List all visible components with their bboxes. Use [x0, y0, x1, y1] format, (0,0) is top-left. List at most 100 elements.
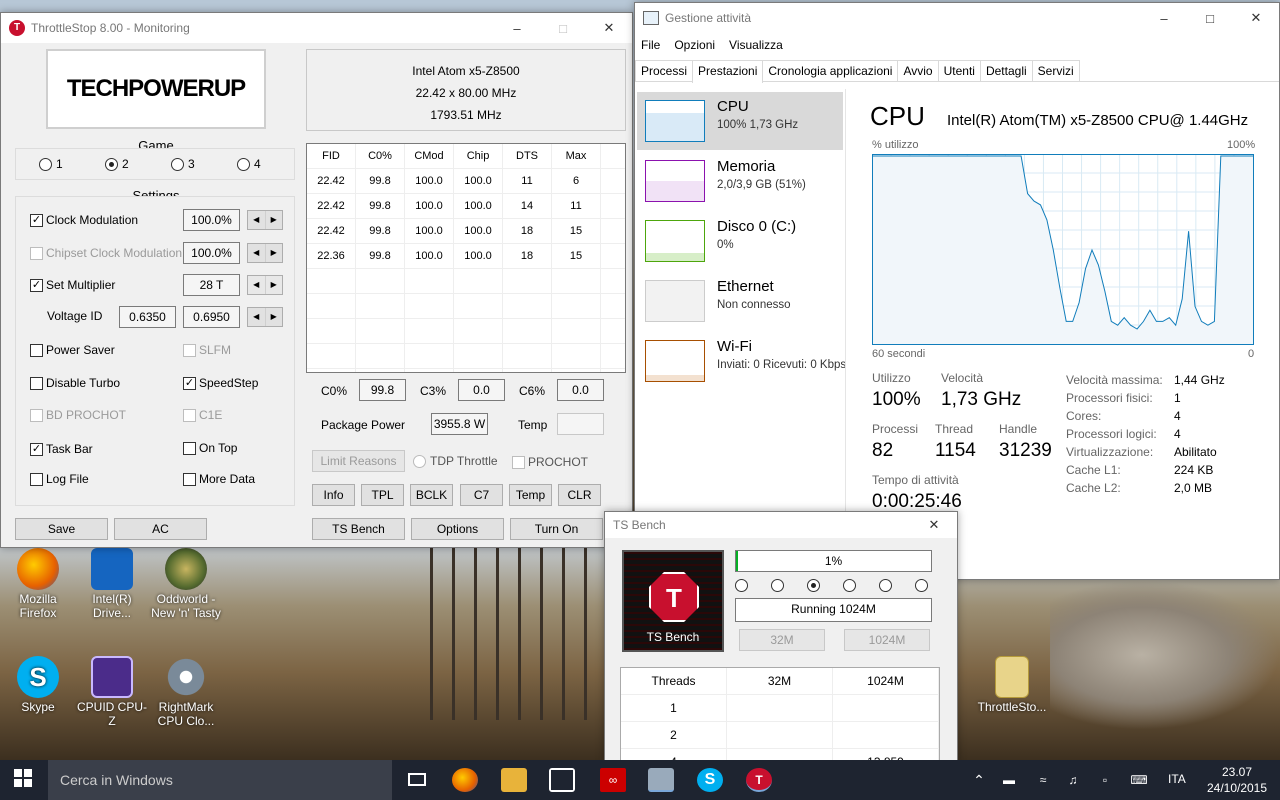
limit-reasons-button[interactable]: Limit Reasons	[312, 450, 405, 472]
clr-button[interactable]: CLR	[558, 484, 601, 506]
desktop-icon-throttlestop[interactable]: ThrottleSto...	[976, 656, 1048, 714]
firefox-taskbar-icon[interactable]	[452, 768, 478, 792]
voltage-id-field-b[interactable]: 0.6950	[183, 306, 240, 328]
tab-processi[interactable]: Processi	[635, 60, 694, 81]
clock-modulation-checkbox[interactable]: ✓ Clock Modulation	[30, 212, 138, 228]
sidebar-item-wifi[interactable]: Wi-Fi Inviati: 0 Ricevuti: 0 Kbps	[637, 332, 846, 390]
clock[interactable]: 23.07 24/10/2015	[1202, 764, 1272, 796]
set-multiplier-value[interactable]: 28 T	[183, 274, 240, 296]
search-input[interactable]: Cerca in Windows	[48, 760, 392, 800]
tab-dettagli[interactable]: Dettagli	[979, 60, 1033, 81]
voltage-id-spinner[interactable]: ◀ ▶	[247, 307, 283, 327]
keyboard-icon[interactable]: ⌨	[1126, 768, 1152, 792]
hwinfo-icon[interactable]: ∞	[600, 768, 626, 792]
action-center-icon[interactable]: ▫	[1092, 768, 1118, 792]
task-manager-taskbar-icon[interactable]	[648, 768, 674, 792]
profile-radio-4[interactable]: 4	[237, 157, 261, 171]
tpl-button[interactable]: TPL	[361, 484, 404, 506]
close-icon[interactable]: ✕	[1233, 10, 1279, 26]
desktop-icon-oddworld[interactable]: Oddworld - New 'n' Tasty	[150, 548, 222, 620]
power-saver-checkbox[interactable]: Power Saver	[30, 342, 115, 358]
tab-avvio[interactable]: Avvio	[897, 60, 939, 81]
ts-bench-button[interactable]: TS Bench	[312, 518, 405, 540]
desktop-icon-skype[interactable]: S Skype	[2, 656, 74, 714]
tab-cronologia[interactable]: Cronologia applicazioni	[762, 60, 899, 81]
on-top-checkbox[interactable]: On Top	[183, 440, 237, 456]
thread-radio[interactable]	[915, 579, 928, 592]
title-bar[interactable]: TS Bench ✕	[605, 512, 957, 538]
windows-start-icon[interactable]	[10, 768, 36, 792]
tab-utenti[interactable]: Utenti	[937, 60, 981, 81]
title-bar[interactable]: Gestione attività – □ ✕	[635, 3, 1279, 33]
thread-radio[interactable]	[879, 579, 892, 592]
volume-icon[interactable]: ♫	[1060, 768, 1086, 792]
close-icon[interactable]: ✕	[911, 517, 957, 533]
language-indicator[interactable]: ITA	[1168, 772, 1186, 786]
temp-button[interactable]: Temp	[509, 484, 552, 506]
disable-turbo-checkbox[interactable]: Disable Turbo	[30, 375, 120, 391]
sidebar-item-cpu[interactable]: CPU 100% 1,73 GHz	[637, 92, 843, 150]
thread-radio[interactable]	[771, 579, 784, 592]
throttlestop-taskbar-icon[interactable]: T	[746, 768, 772, 792]
chipset-clock-modulation-checkbox[interactable]: Chipset Clock Modulation	[30, 245, 182, 261]
cpu-thumbnail	[645, 100, 705, 142]
menu-visualizza[interactable]: Visualizza	[729, 38, 783, 52]
sidebar-item-disco[interactable]: Disco 0 (C:) 0%	[637, 212, 843, 270]
techpowerup-logo[interactable]: TECHPOWERUP	[46, 49, 266, 129]
run-32m-button[interactable]: 32M	[739, 629, 825, 651]
c7-button[interactable]: C7	[460, 484, 503, 506]
bclk-button[interactable]: BCLK	[410, 484, 453, 506]
ac-button[interactable]: AC	[114, 518, 207, 540]
store-icon[interactable]	[549, 768, 575, 792]
sidebar-item-ethernet[interactable]: Ethernet Non connesso	[637, 272, 843, 330]
minimize-icon[interactable]: –	[1141, 11, 1187, 26]
c1e-checkbox[interactable]: C1E	[183, 407, 222, 423]
turn-on-button[interactable]: Turn On	[510, 518, 603, 540]
desktop-icon-firefox[interactable]: Mozilla Firefox	[2, 548, 74, 620]
tab-servizi[interactable]: Servizi	[1031, 60, 1080, 81]
slfm-checkbox[interactable]: SLFM	[183, 342, 231, 358]
chipset-modulation-value[interactable]: 100.0%	[183, 242, 240, 264]
c6-value: 0.0	[557, 379, 604, 401]
desktop-icon-rightmark[interactable]: RightMark CPU Clo...	[150, 656, 222, 728]
maximize-icon[interactable]: □	[540, 21, 586, 36]
info-button[interactable]: Info	[312, 484, 355, 506]
save-button[interactable]: Save	[15, 518, 108, 540]
profile-radio-2[interactable]: 2	[105, 157, 129, 171]
task-bar-checkbox[interactable]: ✓ Task Bar	[30, 441, 93, 457]
battery-icon[interactable]: ▬	[996, 768, 1022, 792]
wifi-icon[interactable]: ≈	[1030, 768, 1056, 792]
set-multiplier-spinner[interactable]: ◀ ▶	[247, 275, 283, 295]
chipset-modulation-spinner[interactable]: ◀ ▶	[247, 243, 283, 263]
more-data-checkbox[interactable]: More Data	[183, 471, 255, 487]
thread-radio[interactable]	[807, 579, 820, 592]
ts-bench-logo: T TS Bench	[622, 550, 724, 652]
menu-opzioni[interactable]: Opzioni	[674, 38, 715, 52]
profile-radio-3[interactable]: 3	[171, 157, 195, 171]
title-bar[interactable]: T ThrottleStop 8.00 - Monitoring – □ ✕	[1, 13, 632, 43]
voltage-id-field-a[interactable]: 0.6350	[119, 306, 176, 328]
thread-radio[interactable]	[843, 579, 856, 592]
file-explorer-icon[interactable]	[501, 768, 527, 792]
menu-file[interactable]: File	[641, 38, 660, 52]
thread-radio[interactable]	[735, 579, 748, 592]
maximize-icon[interactable]: □	[1187, 11, 1233, 26]
minimize-icon[interactable]: –	[494, 21, 540, 36]
options-button[interactable]: Options	[411, 518, 504, 540]
tab-prestazioni[interactable]: Prestazioni	[692, 60, 764, 83]
desktop-icon-cpuz[interactable]: CPUID CPU-Z	[76, 656, 148, 728]
clock-modulation-value[interactable]: 100.0%	[183, 209, 240, 231]
skype-taskbar-icon[interactable]: S	[697, 768, 723, 792]
desktop-icon-intel-driver[interactable]: Intel(R) Drive...	[76, 548, 148, 620]
bd-prochot-checkbox[interactable]: BD PROCHOT	[30, 407, 126, 423]
profile-radio-1[interactable]: 1	[39, 157, 63, 171]
speedstep-checkbox[interactable]: ✓ SpeedStep	[183, 375, 258, 391]
close-icon[interactable]: ✕	[586, 20, 632, 36]
clock-modulation-spinner[interactable]: ◀ ▶	[247, 210, 283, 230]
log-file-checkbox[interactable]: Log File	[30, 471, 89, 487]
set-multiplier-checkbox[interactable]: ✓ Set Multiplier	[30, 277, 115, 293]
run-1024m-button[interactable]: 1024M	[844, 629, 930, 651]
sidebar-item-memoria[interactable]: Memoria 2,0/3,9 GB (51%)	[637, 152, 843, 210]
chevron-up-icon[interactable]: ⌃	[966, 768, 992, 792]
task-view-icon[interactable]	[404, 768, 430, 792]
